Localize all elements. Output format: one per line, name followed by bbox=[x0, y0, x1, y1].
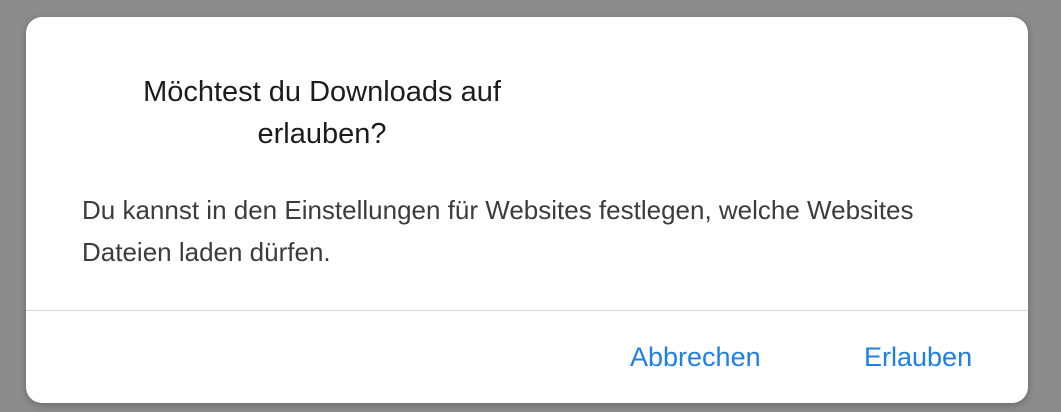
cancel-button[interactable]: Abbrechen bbox=[630, 339, 761, 375]
download-permission-dialog: Möchtest du Downloads auf erlauben? Du k… bbox=[26, 17, 1028, 403]
dialog-title: Möchtest du Downloads auf erlauben? bbox=[143, 76, 501, 150]
dialog-message: Du kannst in den Einstellungen für Websi… bbox=[82, 195, 914, 267]
allow-button[interactable]: Erlauben bbox=[864, 339, 972, 375]
dialog-actions: Abbrechen Erlauben bbox=[26, 311, 1028, 403]
